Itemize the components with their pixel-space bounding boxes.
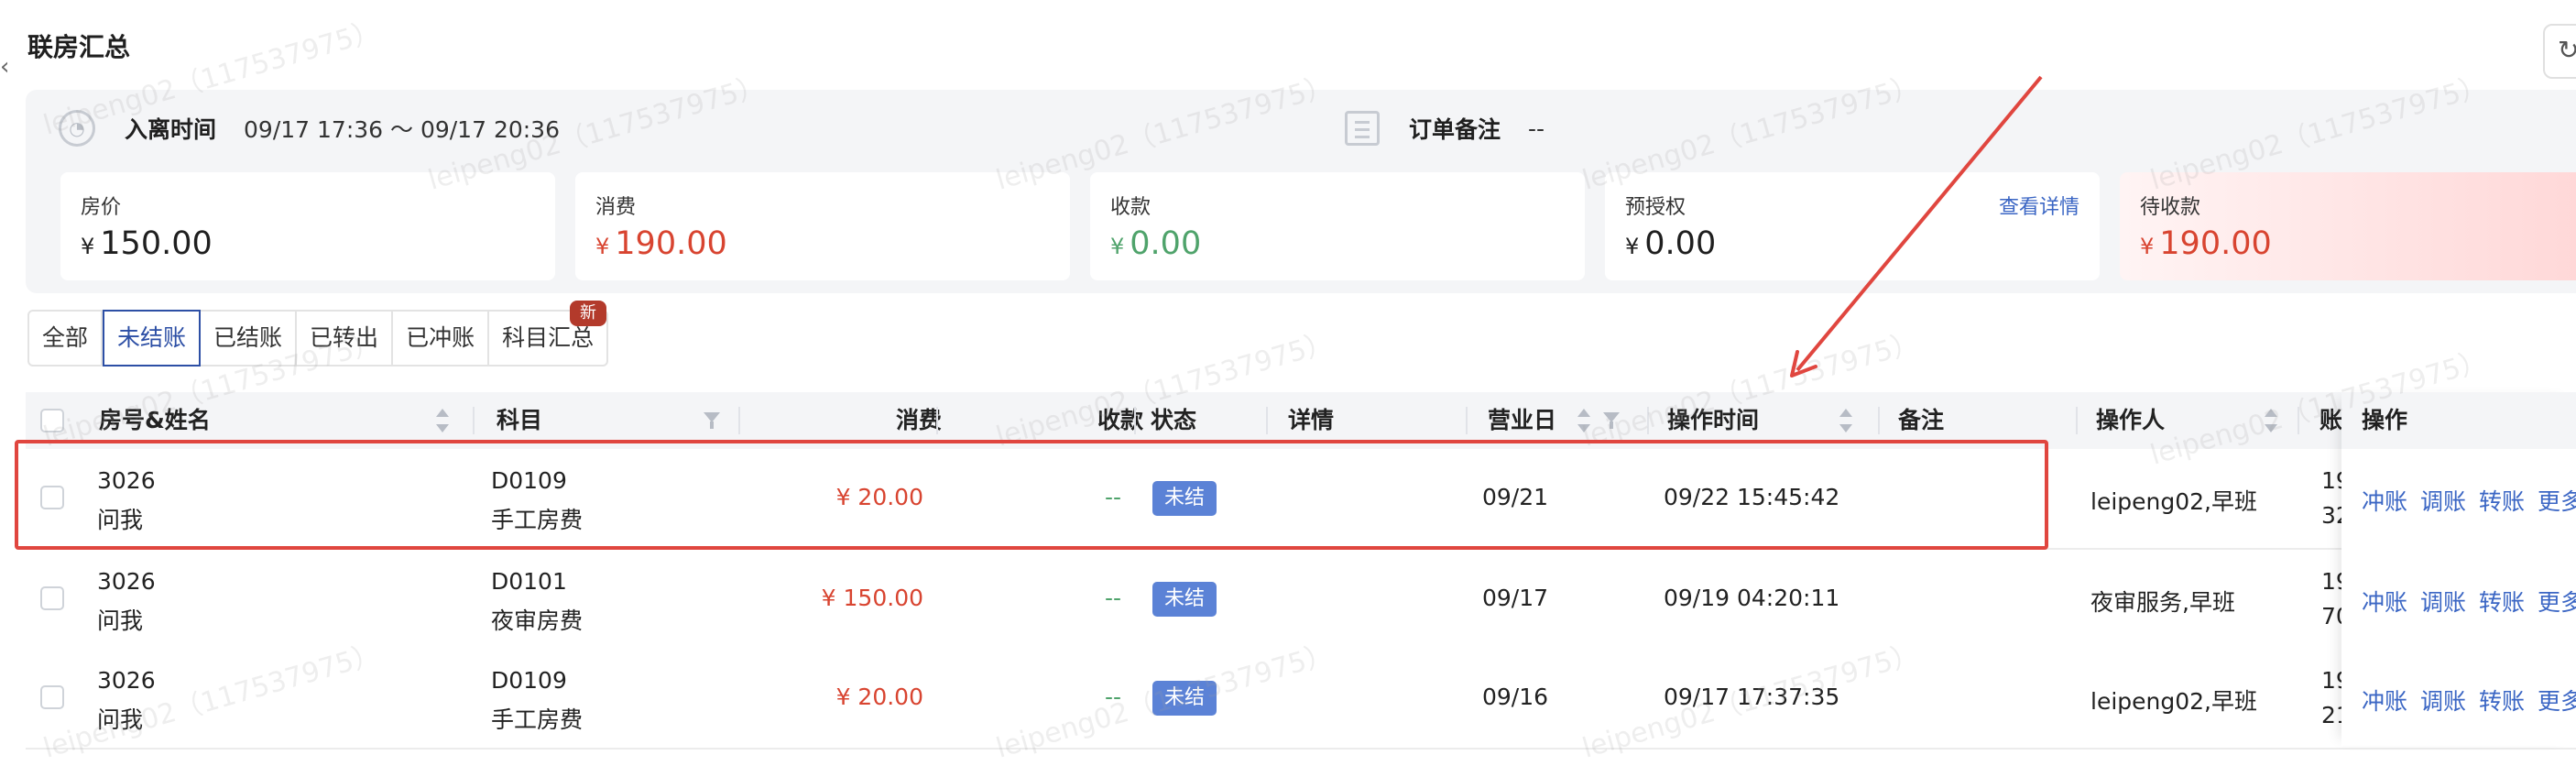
annotation-arrow-icon [1790,75,2043,378]
